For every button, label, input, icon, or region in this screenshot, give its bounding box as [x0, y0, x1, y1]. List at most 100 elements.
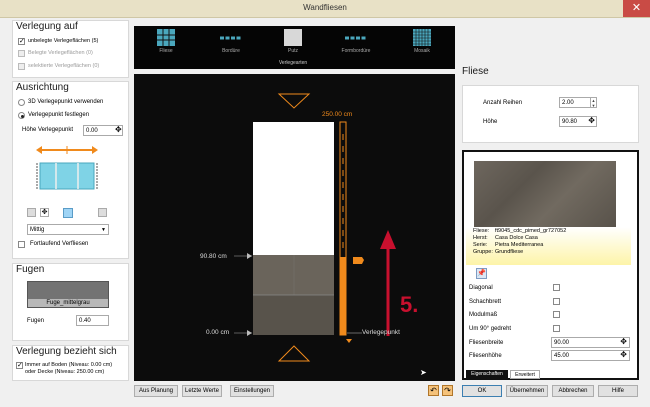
- align-right-button[interactable]: [98, 208, 107, 217]
- uebernehmen-button[interactable]: Übernehmen: [506, 385, 548, 397]
- tile-info-key-3: Gruppe:: [473, 249, 493, 255]
- hoehe-verlegepunkt-label: Höhe Verlegepunkt: [22, 127, 74, 133]
- redo-icon[interactable]: ↷: [442, 385, 453, 396]
- bezieht-title: Verlegung bezieht sich: [16, 346, 117, 357]
- belegte-label: Belegte Verlegeflächen (0): [28, 50, 93, 56]
- chevron-down-icon: ▼: [101, 227, 106, 233]
- tile-row-top: [253, 255, 334, 295]
- fugen-value: 0.40: [79, 318, 91, 324]
- step-annotation: 5.: [400, 292, 419, 317]
- bezieht-text1: Immer auf Boden (Niveau: 0.00 cm): [25, 362, 113, 368]
- tile-info: Fliese: ft9045_cdc_pimed_gr727052 Herst: C…: [473, 228, 566, 256]
- tile-info-key-2: Serie:: [473, 242, 488, 248]
- fliese-panel: [462, 85, 639, 143]
- fortlaufend-label: Fortlaufend Verfliesen: [30, 241, 89, 247]
- move-cursor-icon: ✥: [588, 116, 595, 125]
- label-90cm: 90.80 cm: [200, 253, 227, 260]
- tile-info-value-3: Grundfliese: [495, 249, 524, 255]
- tile-info-value-1: Casa Dolce Casa: [495, 235, 538, 241]
- tile-info-key-0: Fliese:: [473, 228, 490, 234]
- selektierte-label: selektierte Verlegeflächen (0): [28, 63, 100, 69]
- tool-mosaik-label[interactable]: Mosaik: [397, 48, 447, 54]
- arrow-up-marker[interactable]: [277, 93, 311, 109]
- checkbox-immer-auf-boden[interactable]: [16, 362, 23, 369]
- abbrechen-button[interactable]: Abbrechen: [552, 385, 594, 397]
- prop-breite-input[interactable]: 90.00 ✥: [551, 337, 630, 348]
- align-middle-button[interactable]: [63, 208, 73, 218]
- letzte-werte-button[interactable]: Letzte Werte: [182, 385, 222, 397]
- align-left-button[interactable]: [27, 208, 36, 217]
- checkbox-unbelegte[interactable]: [18, 38, 25, 45]
- mouse-pointer-icon: ➤: [420, 368, 427, 377]
- checkbox-selektierte[interactable]: [18, 63, 25, 70]
- spinner-icon[interactable]: ▲ ▼: [590, 98, 596, 108]
- wall-area: [253, 122, 334, 255]
- shape-border-icon[interactable]: [345, 35, 367, 41]
- tab-eigenschaften[interactable]: Eigenschaften: [466, 370, 508, 379]
- pin-icon[interactable]: 📌: [476, 268, 487, 279]
- alignment-select-value: Mittig: [30, 227, 45, 233]
- radio-3d-verlegepunkt[interactable]: [18, 99, 25, 106]
- fugen-swatch-label: Fuge_mittelgrau: [28, 299, 108, 307]
- label-0cm: 0.00 cm: [206, 329, 230, 336]
- tool-formbordure-label[interactable]: Formbordüre: [331, 48, 381, 54]
- tile-info-value-0: ft9045_cdc_pimed_gr727052: [495, 228, 567, 234]
- window-title: Wandfliesen: [303, 3, 347, 12]
- prop-hoehe-input[interactable]: 45.00 ✥: [551, 350, 630, 361]
- checkbox-fortlaufend[interactable]: [18, 241, 25, 248]
- alignment-select[interactable]: Mittig ▼: [27, 224, 109, 235]
- unbelegte-label: unbelegte Verlegeflächen (5): [28, 38, 99, 44]
- aus-planung-button[interactable]: Aus Planung: [134, 385, 178, 397]
- anzahl-reihen-input[interactable]: 2.00 ▲ ▼: [559, 97, 597, 108]
- tile-info-key-1: Herst:: [473, 235, 488, 241]
- undo-icon[interactable]: ↶: [428, 385, 439, 396]
- alignment-preview-icon: [36, 146, 98, 190]
- label-250cm: 250.00 cm: [322, 111, 353, 118]
- hoehe-value: 90.80: [562, 119, 578, 125]
- radio-3d-label: 3D Verlegepunkt verwenden: [28, 99, 104, 105]
- tool-bordure-label[interactable]: Bordüre: [206, 48, 256, 54]
- tool-fliese-label[interactable]: Fliese: [141, 48, 191, 54]
- verlegepunkt-label: Verlegepunkt: [362, 329, 400, 336]
- move-cursor-icon: ✥: [620, 350, 627, 359]
- prop-gedreht-checkbox[interactable]: [553, 325, 560, 332]
- anzahl-reihen-label: Anzahl Reihen: [483, 100, 523, 106]
- fugen-title: Fugen: [16, 264, 45, 275]
- tile-image[interactable]: [474, 161, 616, 227]
- plaster-icon[interactable]: [284, 29, 302, 46]
- height-bar-fill: [340, 257, 346, 335]
- bezieht-text2: oder Decke (Niveau: 250.00 cm): [25, 369, 105, 375]
- prop-diagonal-checkbox[interactable]: [553, 284, 560, 291]
- anzahl-reihen-value: 2.00: [562, 100, 574, 106]
- mosaic-icon[interactable]: [413, 29, 431, 46]
- align-center-button[interactable]: ✥: [40, 208, 49, 217]
- hilfe-button[interactable]: Hilfe: [598, 385, 638, 397]
- border-icon[interactable]: [220, 35, 242, 41]
- close-button[interactable]: ✕: [623, 0, 650, 17]
- tab-erweitert[interactable]: Erweitert: [510, 370, 540, 379]
- move-cursor-icon: ✥: [115, 125, 122, 134]
- hoehe-verlegepunkt-value: 0.00: [86, 128, 98, 134]
- ok-button[interactable]: OK: [462, 385, 502, 397]
- prop-modulmass-checkbox[interactable]: [553, 311, 560, 318]
- tool-putz-label[interactable]: Putz: [268, 48, 318, 54]
- hoehe-input[interactable]: 90.80 ✥: [559, 116, 597, 127]
- prop-schachbrett-checkbox[interactable]: [553, 298, 560, 305]
- tile-info-value-2: Pietra Mediterranea: [495, 242, 544, 248]
- arrow-down-marker[interactable]: [277, 345, 311, 362]
- verlegung-auf-title: Verlegung auf: [16, 21, 78, 32]
- prop-gedreht-label: Um 90° gedreht: [469, 326, 512, 332]
- prop-modulmass-label: Modulmaß: [469, 312, 498, 318]
- checkbox-belegte[interactable]: [18, 50, 25, 57]
- einstellungen-button[interactable]: Einstellungen: [230, 385, 274, 397]
- fugen-input[interactable]: 0.40: [76, 315, 109, 326]
- prop-hoehe-label: Fliesenhöhe: [469, 353, 502, 359]
- prop-breite-value: 90.00: [554, 340, 570, 346]
- grid-icon[interactable]: [157, 29, 175, 46]
- fugen-swatch[interactable]: Fuge_mittelgrau: [27, 281, 109, 308]
- prop-hoehe-value: 45.00: [554, 353, 570, 359]
- prop-diagonal-label: Diagonal: [469, 285, 493, 291]
- fugen-label: Fugen: [27, 318, 45, 324]
- radio-verlegepunkt-festlegen[interactable]: [18, 112, 25, 119]
- hand-cursor-icon: [353, 257, 364, 264]
